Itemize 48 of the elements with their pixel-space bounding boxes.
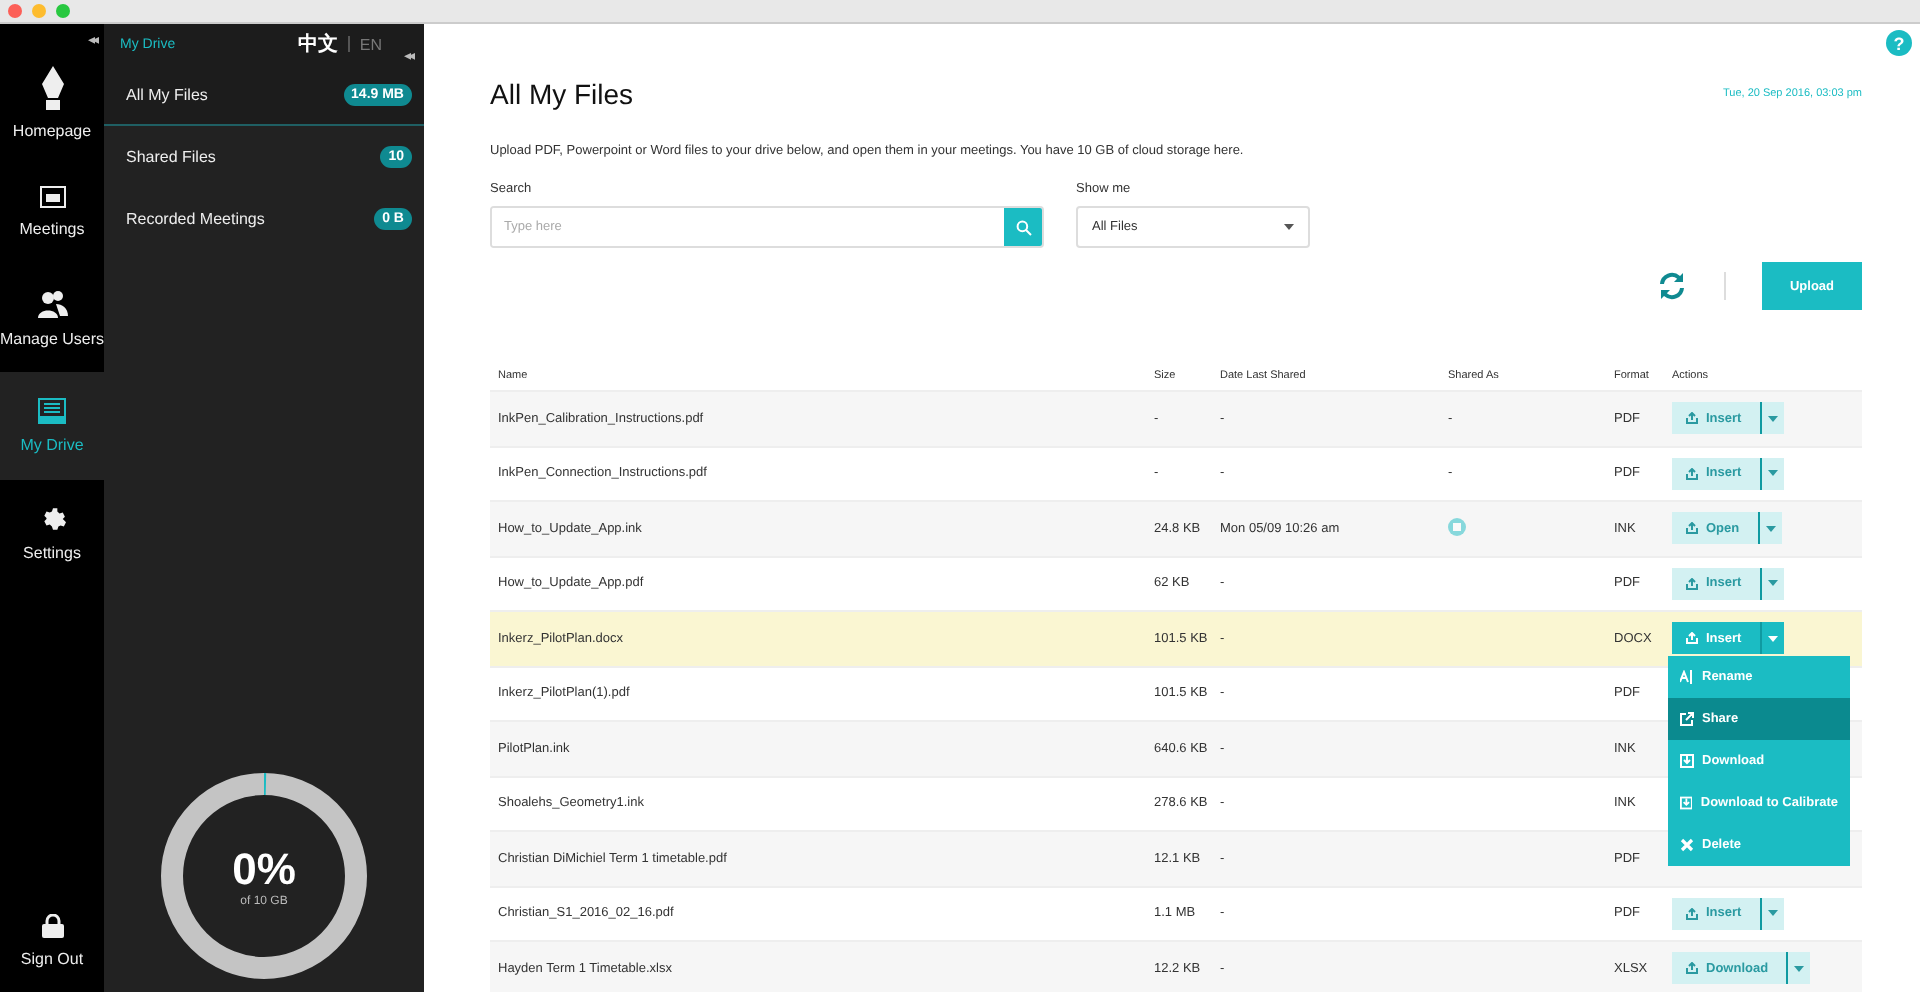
caret-icon <box>1767 910 1778 917</box>
pen-nib-icon <box>39 65 65 109</box>
upload-icon <box>1686 632 1698 645</box>
upload-icon <box>1686 577 1698 590</box>
nav-item[interactable]: My Drive <box>0 372 104 480</box>
lock-icon <box>41 913 63 937</box>
caret-icon <box>1767 635 1778 642</box>
language-option[interactable]: EN <box>359 35 382 53</box>
nav-item[interactable]: Manage Users <box>0 264 104 372</box>
dropdown-toggle[interactable] <box>1786 952 1811 985</box>
caret-icon <box>1765 525 1776 532</box>
maximize-window-icon[interactable] <box>56 4 70 18</box>
refresh-icon[interactable] <box>1656 270 1688 302</box>
upload-icon <box>1686 412 1698 425</box>
rename-icon <box>1680 670 1694 684</box>
search-button[interactable] <box>1004 208 1042 246</box>
caret-icon <box>1284 224 1294 230</box>
upload-icon <box>1686 467 1698 480</box>
upload-icon <box>1686 522 1698 535</box>
caret-icon <box>1767 580 1778 587</box>
storage-percent: 0% <box>232 844 296 895</box>
drive-icon <box>38 398 66 424</box>
close-window-icon[interactable] <box>8 4 22 18</box>
dropdown-toggle[interactable] <box>1759 457 1784 490</box>
language-option[interactable]: 中文 <box>297 30 338 58</box>
nav-item[interactable]: Homepage <box>0 48 104 156</box>
nav-item[interactable]: Settings <box>0 480 104 588</box>
close-icon <box>1680 838 1694 852</box>
dropdown-toggle[interactable] <box>1759 897 1784 930</box>
search-icon <box>1015 219 1031 235</box>
caret-icon <box>1767 415 1778 422</box>
caret-icon <box>1794 965 1805 972</box>
download-icon <box>1680 796 1693 810</box>
share-icon <box>1680 712 1694 726</box>
settings-icon <box>39 506 65 532</box>
upload-icon <box>1686 907 1698 920</box>
dropdown-toggle[interactable] <box>1757 512 1782 545</box>
users-icon <box>37 289 67 317</box>
caret-icon <box>1767 470 1778 477</box>
upload-icon <box>1686 962 1698 975</box>
download-icon <box>1680 754 1694 768</box>
dropdown-toggle[interactable] <box>1759 402 1784 435</box>
page-title: All My Files <box>490 78 634 110</box>
dropdown-toggle[interactable] <box>1759 567 1784 600</box>
dropdown-toggle[interactable] <box>1759 622 1784 655</box>
sign-out-button[interactable]: Sign Out <box>0 888 104 992</box>
nav-item[interactable]: Meetings <box>0 156 104 264</box>
calendar-icon <box>39 183 65 207</box>
